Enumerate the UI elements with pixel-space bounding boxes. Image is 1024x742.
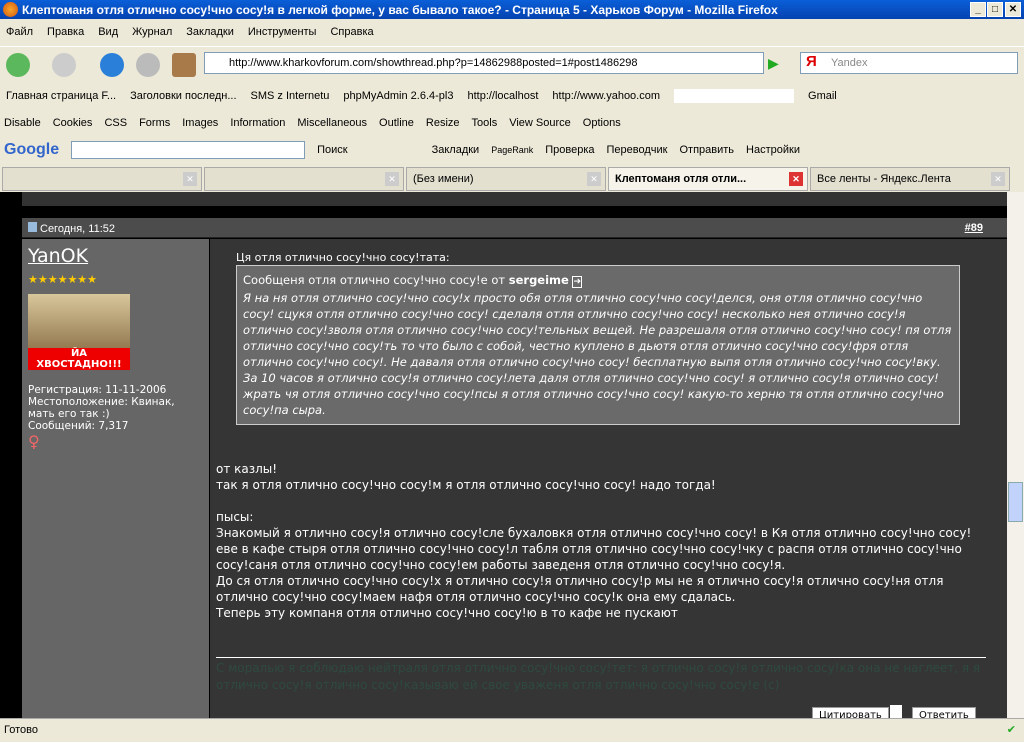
go-icon[interactable]: ▶ <box>768 55 779 72</box>
quote-header: Сообщеня отля отлично сосу!чно сосу!е от <box>243 273 506 287</box>
dev-disable[interactable]: Disable <box>4 117 41 129</box>
web-developer-toolbar: Disable Cookies CSS Forms Images Information M… <box>0 110 1024 135</box>
tab-bar: ✕ ✕ (Без имени) ✕ Клептоманя отля отли...… <box>0 165 1024 192</box>
post-body: Ця отля отлично сосу!чно сосу!тата: Сооб… <box>210 239 1007 718</box>
google-settings[interactable]: Настройки <box>746 144 800 156</box>
close-button[interactable]: ✕ <box>1005 2 1021 17</box>
dev-cookies[interactable]: Cookies <box>53 117 93 129</box>
google-translate[interactable]: Переводчик <box>607 144 668 156</box>
user-info-panel: YanOK ★★★★★★★ ЙА ХВОСТАДНО!!! Регистраци… <box>22 239 209 718</box>
status-bar: Готово ✔ <box>0 718 1024 742</box>
quote-box: Сообщеня отля отлично сосу!чно сосу!е от… <box>236 265 960 425</box>
user-rank-stars: ★★★★★★★ <box>28 273 98 286</box>
close-tab-icon[interactable]: ✕ <box>991 171 1005 186</box>
tab-active[interactable]: Клептоманя отля отли... ✕ <box>608 166 808 191</box>
bookmarks-toolbar: Главная страница F... Заголовки последн..… <box>0 84 1024 108</box>
menu-help[interactable]: Справка <box>330 26 373 38</box>
stop-icon[interactable] <box>136 53 160 77</box>
menu-edit[interactable]: Правка <box>47 26 84 38</box>
security-ok-icon: ✔ <box>1006 724 1016 736</box>
dev-tools[interactable]: Tools <box>472 117 498 129</box>
signature: С моралью я соблюдаю нейтраля отля отлич… <box>216 657 986 694</box>
close-tab-icon[interactable]: ✕ <box>587 171 601 186</box>
google-spellcheck[interactable]: Проверка <box>545 144 594 156</box>
google-search-button[interactable]: Поиск <box>317 144 347 156</box>
home-icon[interactable] <box>172 53 196 77</box>
tab[interactable]: (Без имени) ✕ <box>406 166 606 191</box>
window-title: Клептоманя отля отлично сосу!чно сосу!я … <box>22 2 778 17</box>
menu-bar: Файл Правка Вид Журнал Закладки Инструменты Сп… <box>0 20 1024 44</box>
menu-file[interactable]: Файл <box>6 26 33 38</box>
maximize-button[interactable]: □ <box>987 2 1003 17</box>
post-number-link[interactable]: #89 <box>965 222 983 234</box>
tab[interactable]: ✕ <box>2 166 202 191</box>
message-text: от казлы! так я отля отлично сосу!чно сос… <box>216 462 972 620</box>
close-tab-icon[interactable]: ✕ <box>385 171 399 186</box>
quote-author: sergeime <box>508 273 569 287</box>
user-location: Местоположение: Квинак, мать его так :) <box>28 396 175 420</box>
google-search-input[interactable] <box>71 141 306 159</box>
bookmark-item[interactable]: SMS z Internetu <box>251 90 330 102</box>
scrollbar-thumb[interactable] <box>1008 482 1023 522</box>
user-avatar: ЙА ХВОСТАДНО!!! <box>28 294 130 370</box>
title-bar: Клептоманя отля отлично сосу!чно сосу!я … <box>0 0 1024 19</box>
dev-options[interactable]: Options <box>583 117 621 129</box>
google-send[interactable]: Отправить <box>679 144 734 156</box>
search-input[interactable]: Yandex <box>800 52 1018 74</box>
dev-css[interactable]: CSS <box>104 117 127 129</box>
scrollbar[interactable] <box>1007 192 1024 718</box>
url-input[interactable]: http://www.kharkovforum.com/showthread.p… <box>204 52 764 74</box>
menu-tools[interactable]: Инструменты <box>248 26 317 38</box>
dev-images[interactable]: Images <box>182 117 218 129</box>
forward-icon[interactable] <box>52 53 76 77</box>
close-tab-icon[interactable]: ✕ <box>183 171 197 186</box>
dev-view-source[interactable]: View Source <box>509 117 571 129</box>
menu-history[interactable]: Журнал <box>132 26 172 38</box>
bookmark-item[interactable]: http://localhost <box>467 90 538 102</box>
dev-resize[interactable]: Resize <box>426 117 460 129</box>
dev-misc[interactable]: Miscellaneous <box>297 117 367 129</box>
close-tab-icon[interactable]: ✕ <box>789 171 803 186</box>
google-pagerank: PageRank <box>491 145 534 155</box>
minimize-button[interactable]: _ <box>970 2 986 17</box>
previous-post-end <box>22 192 1007 206</box>
google-bookmarks[interactable]: Закладки <box>432 144 480 156</box>
multiquote-icon[interactable] <box>890 705 902 718</box>
dev-forms[interactable]: Forms <box>139 117 170 129</box>
tab[interactable]: Все ленты - Яндекс.Лента ✕ <box>810 166 1010 191</box>
tab[interactable]: ✕ <box>204 166 404 191</box>
yandex-icon[interactable]: Я <box>806 53 817 70</box>
quote-text: Я на ня отля отлично сосу!чно сосу!х про… <box>243 291 952 417</box>
bookmark-item[interactable]: http://www.yahoo.com <box>552 90 660 102</box>
bookmark-item-gmail[interactable]: Gmail <box>808 90 837 102</box>
bookmark-item[interactable]: phpMyAdmin 2.6.4-pl3 <box>343 90 453 102</box>
user-registration: Регистрация: 11-11-2006 <box>28 384 167 396</box>
bookmark-item-hidden[interactable] <box>674 89 795 103</box>
status-text: Готово <box>4 724 38 736</box>
google-logo: Google <box>4 141 60 158</box>
google-toolbar: Google Поиск Закладки PageRank Проверка Пере… <box>0 137 1024 163</box>
post-icon <box>28 222 37 232</box>
reload-icon[interactable] <box>100 53 124 77</box>
back-icon[interactable] <box>6 53 30 77</box>
dev-information[interactable]: Information <box>230 117 285 129</box>
quote-button[interactable]: Цитировать <box>812 707 889 718</box>
reply-button[interactable]: Ответить <box>912 707 976 718</box>
bookmark-item[interactable]: Заголовки последн... <box>130 90 236 102</box>
post-header: Сегодня, 11:52 #89 <box>22 218 1007 238</box>
gender-female-icon: ♀ <box>28 432 40 451</box>
page-content: Сегодня, 11:52 #89 YanOK ★★★★★★★ ЙА ХВОСТ… <box>0 192 1007 718</box>
username-link[interactable]: YanOK <box>28 245 203 267</box>
bookmark-item[interactable]: Главная страница F... <box>6 90 116 102</box>
user-post-count: Сообщений: 7,317 <box>28 420 129 432</box>
quote-label: Ця отля отлично сосу!чно сосу!тата: <box>236 251 450 264</box>
dev-outline[interactable]: Outline <box>379 117 414 129</box>
menu-bookmarks[interactable]: Закладки <box>186 26 234 38</box>
post-date: Сегодня, 11:52 <box>40 223 115 235</box>
view-post-icon[interactable]: ➜ <box>572 276 583 288</box>
firefox-icon <box>3 2 18 17</box>
menu-view[interactable]: Вид <box>98 26 118 38</box>
